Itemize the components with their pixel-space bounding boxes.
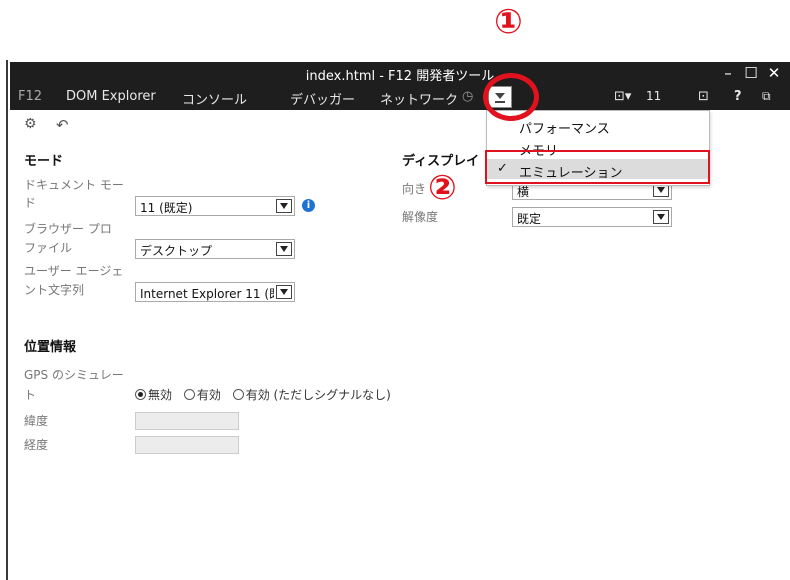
gps-option-no-signal[interactable]: 有効 (ただしシグナルなし) [232,386,391,403]
resolution-label: 解像度 [402,210,439,224]
user-agent-select[interactable]: Internet Explorer 11 (既定) [135,282,295,302]
document-mode-label-2: ド [24,196,37,210]
info-icon[interactable]: i [302,199,315,212]
annotation-number-1: ① [494,2,523,42]
longitude-input[interactable] [135,436,239,454]
document-mode-select[interactable]: 11 (既定) [135,196,295,216]
orientation-label: 向き [402,182,427,196]
user-agent-label-1: ユーザー エージェ [24,264,124,278]
tab-debugger[interactable]: デバッガー [290,89,355,108]
document-mode-label-1: ドキュメント モー [24,178,124,192]
highlight-rectangle [485,150,710,184]
emulation-count: 11 [646,89,662,103]
radio-icon [232,389,244,400]
gps-label-1: GPS のシミュレー [24,368,124,382]
chevron-down-icon [276,242,292,256]
browser-profile-select[interactable]: デスクトップ [135,239,295,259]
gps-option-disabled[interactable]: 無効 [135,386,172,403]
geolocation-section-title: 位置情報 [24,340,77,355]
latitude-input[interactable] [135,412,239,430]
gps-label-2: ト [24,388,37,402]
chevron-down-icon [653,210,669,224]
window-left-edge [6,60,8,580]
user-agent-value: Internet Explorer 11 (既定) [140,287,274,301]
network-status-icon: ◷ [462,89,474,104]
browser-profile-label-1: ブラウザー プロ [24,222,112,236]
tab-console[interactable]: コンソール [182,89,247,108]
tab-dom-explorer[interactable]: DOM Explorer [66,89,156,104]
document-mode-value: 11 (既定) [140,201,193,215]
latitude-label: 緯度 [24,414,49,428]
tab-f12[interactable]: F12 [18,89,42,104]
chevron-down-icon [276,199,292,213]
gps-radio-group: 無効 有効 有効 (ただしシグナルなし) [135,386,399,403]
undo-icon[interactable]: ↶ [56,116,69,134]
highlight-ring [483,73,539,121]
radio-icon [183,389,195,400]
maximize-icon[interactable]: ☐ [740,63,762,83]
minimize-icon[interactable]: – [717,63,739,83]
resolution-select[interactable]: 既定 [512,207,672,227]
gps-option-enabled[interactable]: 有効 [183,386,221,403]
display-section-title: ディスプレイ [402,154,480,169]
console-prompt-icon[interactable]: ⊡ [698,89,709,104]
help-icon[interactable]: ? [734,89,742,104]
browser-profile-value: デスクトップ [140,244,213,258]
mode-section-title: モード [24,154,64,169]
annotation-number-2: ② [428,168,457,208]
longitude-label: 経度 [24,438,49,452]
close-icon[interactable]: ✕ [763,63,785,83]
chevron-down-icon [276,285,292,299]
radio-selected-icon [135,389,146,400]
user-agent-label-2: ント文字列 [24,283,85,297]
browser-profile-label-2: ファイル [24,241,73,255]
tab-network[interactable]: ネットワーク [380,89,458,108]
settings-list-icon[interactable]: ⚙ [24,116,37,132]
title-bar: index.html - F12 開発者ツール – ☐ ✕ [10,62,790,84]
window-title: index.html - F12 開発者ツール [305,69,495,84]
pin-icon[interactable]: ⧉ [762,89,771,104]
emulation-icon[interactable]: ⊡▾ [614,89,631,104]
resolution-value: 既定 [517,212,542,226]
tools-toolbar: F12 DOM Explorer コンソール デバッガー ネットワーク ◷ ⊡▾… [10,84,790,110]
